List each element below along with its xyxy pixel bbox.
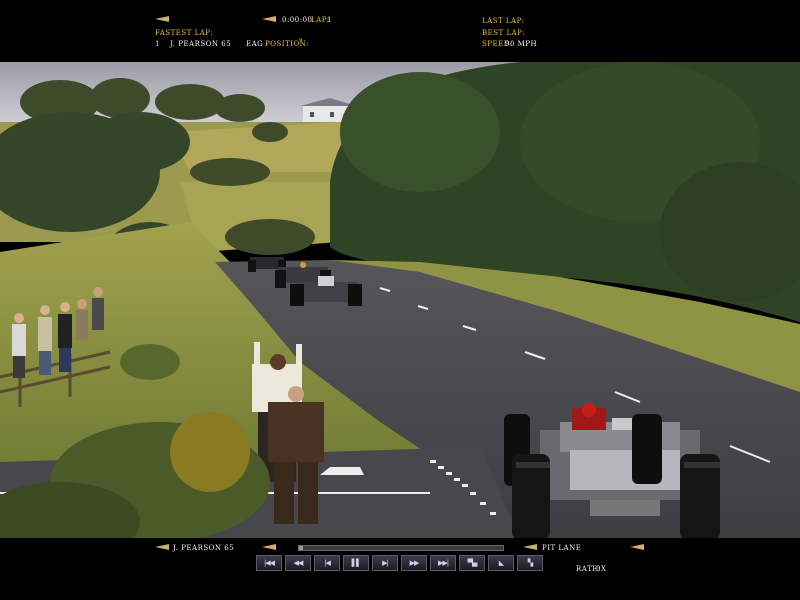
pause-icon: ▌▌: [351, 559, 362, 567]
skip-to-end-button[interactable]: ▶▶|: [430, 555, 456, 571]
view-button[interactable]: ◣: [488, 555, 514, 571]
step-forward-icon: ▶|: [382, 559, 389, 567]
pause-button[interactable]: ▌▌: [343, 555, 369, 571]
flag-icon: [262, 16, 276, 22]
replay-controls: |◀◀ ◀◀ |◀ ▌▌ ▶| ▶▶ ▶▶| ▀▄ ◣ ▚: [256, 555, 543, 571]
last-lap-label: Last Lap:: [482, 17, 525, 25]
replay-progress-bar[interactable]: [298, 545, 504, 551]
skip-to-start-icon: |◀◀: [263, 559, 275, 567]
fastest-lap-driver: J. Pearson 65: [170, 40, 232, 48]
race-time: 0:00:00: [282, 16, 313, 24]
rate-value: 0x: [596, 565, 607, 573]
step-back-button[interactable]: |◀: [314, 555, 340, 571]
step-back-icon: |◀: [324, 559, 331, 567]
race-scene: [0, 62, 800, 538]
current-driver: J. Pearson 65: [173, 544, 235, 552]
fast-rewind-icon: ◀◀: [293, 559, 304, 567]
flag-icon: [630, 544, 644, 550]
best-lap-label: Best Lap:: [482, 29, 525, 37]
options-icon: ▚: [527, 559, 533, 567]
speed-value: 90 mph: [505, 40, 538, 48]
top-hud: 0:00:00 Lap: 1 Fastest Lap: 1 J. Pearson…: [0, 0, 800, 62]
options-button[interactable]: ▚: [517, 555, 543, 571]
lap-value: 1: [327, 16, 332, 24]
skip-to-end-icon: ▶▶|: [437, 559, 449, 567]
step-forward-button[interactable]: ▶|: [372, 555, 398, 571]
camera-icon: ▀▄: [467, 559, 478, 567]
flag-icon: [262, 544, 276, 550]
bottom-hud: J. Pearson 65 Pit Lane |◀◀ ◀◀ |◀ ▌▌ ▶| ▶▶ ▶▶| ▀…: [0, 538, 800, 600]
flag-icon: [155, 16, 169, 22]
fastest-lap-number: 1: [155, 40, 160, 48]
location-label: Pit Lane: [542, 544, 582, 552]
fast-forward-button[interactable]: ▶▶: [401, 555, 427, 571]
replay-progress-fill: [299, 546, 304, 550]
flag-icon: [155, 544, 169, 550]
skip-to-start-button[interactable]: |◀◀: [256, 555, 282, 571]
fast-rewind-button[interactable]: ◀◀: [285, 555, 311, 571]
position-value: ": [299, 38, 303, 46]
view-icon: ◣: [498, 559, 504, 567]
fast-forward-icon: ▶▶: [409, 559, 420, 567]
flag-icon: [523, 544, 537, 550]
camera-button[interactable]: ▀▄: [459, 555, 485, 571]
fastest-lap-team: EAG: [246, 40, 264, 48]
fastest-lap-label: Fastest Lap:: [155, 29, 214, 37]
